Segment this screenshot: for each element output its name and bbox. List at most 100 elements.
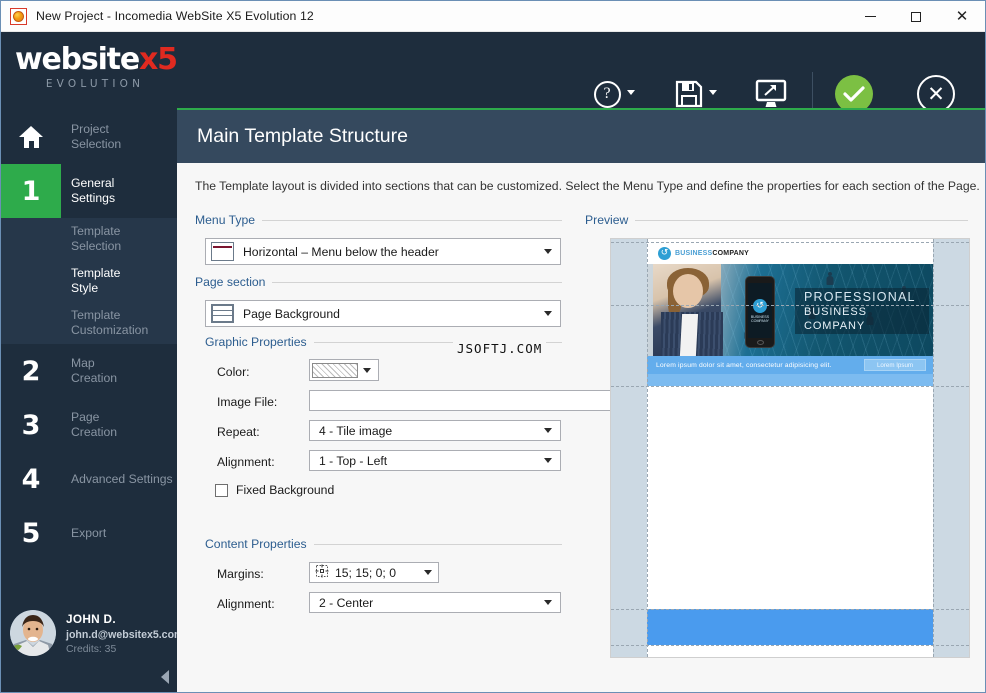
logo-subtitle: EVOLUTION xyxy=(45,78,145,90)
alignment-label: Alignment: xyxy=(217,455,275,469)
margins-value: 15; 15; 0; 0 xyxy=(335,565,396,580)
repeat-label: Repeat: xyxy=(217,425,260,439)
chevron-down-icon[interactable] xyxy=(542,311,560,316)
repeat-value: 4 - Tile image xyxy=(319,423,393,438)
step-badge-4: 4 xyxy=(21,463,41,495)
preview-phone-caption: BUSINESS COMPANY xyxy=(750,314,770,323)
chevron-down-icon[interactable] xyxy=(542,458,560,463)
checkbox-box[interactable] xyxy=(215,483,228,497)
group-title-menu-type: Menu Type xyxy=(195,213,263,227)
minimize-button[interactable] xyxy=(847,1,893,32)
color-swatch xyxy=(312,362,358,378)
alignment-select[interactable]: 1 - Top - Left xyxy=(309,450,561,471)
fixed-background-label: Fixed Background xyxy=(236,483,335,497)
preview-hero-text: PROFESSIONAL BUSINESS COMPANY xyxy=(795,288,929,334)
page-section-value: Page Background xyxy=(243,306,340,321)
image-file-label: Image File: xyxy=(217,395,278,409)
sidebar-item-label-export: Export xyxy=(71,525,107,540)
preview-left-margin xyxy=(611,239,647,657)
preview-page: ↺ BUSINESSCOMPANY ↺ BUSINESS COMPANY PRO… xyxy=(647,239,933,657)
color-picker[interactable] xyxy=(309,359,379,381)
preview-guide-top xyxy=(611,242,969,243)
group-rule-preview xyxy=(632,220,968,221)
user-account-panel[interactable]: JOHN D. john.d@websitex5.com Credits: 35 xyxy=(1,610,183,656)
group-title-graphic-properties: Graphic Properties xyxy=(205,335,314,349)
logo-text-main: website xyxy=(15,42,140,77)
preview-phone-mockup: ↺ BUSINESS COMPANY xyxy=(745,276,775,348)
preview-cta-bar: Lorem ipsum dolor sit amet, consectetur … xyxy=(647,356,933,374)
margins-field[interactable]: 15; 15; 0; 0 xyxy=(309,562,439,583)
page-title: Main Template Structure xyxy=(197,125,408,147)
close-button[interactable]: ✕ xyxy=(939,1,985,32)
group-title-content-properties: Content Properties xyxy=(205,537,314,551)
group-rule-page-section xyxy=(270,282,562,283)
content-alignment-label: Alignment: xyxy=(217,597,275,611)
step-badge-3: 3 xyxy=(21,409,41,441)
app-orb-icon xyxy=(10,7,27,25)
preview-person-icon xyxy=(825,272,834,286)
step-badge-2: 2 xyxy=(21,355,41,387)
group-title-page-section: Page section xyxy=(195,275,273,289)
group-rule-content-properties xyxy=(309,544,562,545)
sidebar-item-project-selection[interactable]: Project Selection xyxy=(1,110,177,164)
chevron-down-icon[interactable] xyxy=(358,367,376,373)
fixed-background-checkbox[interactable]: Fixed Background xyxy=(215,483,334,497)
user-credits: Credits: 35 xyxy=(66,643,117,655)
preview-guide-left xyxy=(647,239,648,657)
preview-guide-content xyxy=(611,386,969,387)
chevron-down-icon[interactable] xyxy=(542,249,560,254)
page-background-icon xyxy=(211,304,234,323)
page-section-select[interactable]: Page Background xyxy=(205,300,561,327)
margins-box-icon xyxy=(315,564,329,581)
sidebar-subitems: Template Selection Template Style Templa… xyxy=(1,218,177,344)
preview-right-margin xyxy=(933,239,969,657)
maximize-button[interactable] xyxy=(893,1,939,32)
alignment-value: 1 - Top - Left xyxy=(319,453,388,468)
preview-menu-bar xyxy=(647,374,933,386)
window-controls: ✕ xyxy=(847,1,985,32)
sidebar-item-export[interactable]: 5 Export xyxy=(1,506,177,560)
content-alignment-select[interactable]: 2 - Center xyxy=(309,592,561,613)
sidebar-item-general-settings[interactable]: 1 General Settings xyxy=(1,164,177,218)
preview-brand-part1: BUSINESS xyxy=(675,249,713,257)
color-label: Color: xyxy=(217,365,250,379)
sidebar-item-map-creation[interactable]: 2 Map Creation xyxy=(1,344,177,398)
page-header: Main Template Structure xyxy=(177,110,985,163)
sidebar-item-label-advanced-settings: Advanced Settings xyxy=(71,471,173,486)
preview-hero-line2: BUSINESS COMPANY xyxy=(804,305,867,332)
preview-guide-bottom xyxy=(611,645,969,646)
repeat-select[interactable]: 4 - Tile image xyxy=(309,420,561,441)
logo-text-accent: x5 xyxy=(138,42,178,77)
menu-type-select[interactable]: Horizontal – Menu below the header xyxy=(205,238,561,265)
brand-toolbar-band: websitex5 EVOLUTION ? Help xyxy=(1,32,985,128)
sidebar-item-page-creation[interactable]: 3 Page Creation xyxy=(1,398,177,452)
sidebar-item-label-page-creation: Page Creation xyxy=(71,410,118,439)
preview-content-area xyxy=(647,386,933,609)
save-dropdown-caret-icon[interactable] xyxy=(709,90,717,95)
group-title-preview: Preview xyxy=(585,213,636,227)
preview-footer xyxy=(647,609,933,645)
user-name: JOHN D. xyxy=(66,611,116,626)
app-logo: websitex5 EVOLUTION xyxy=(15,42,178,91)
preview-hero-line1: PROFESSIONAL xyxy=(804,289,916,304)
help-dropdown-caret-icon[interactable] xyxy=(627,90,635,95)
step-badge-5: 5 xyxy=(21,517,41,549)
avatar xyxy=(10,610,56,656)
user-details: JOHN D. john.d@websitex5.com Credits: 35 xyxy=(56,612,183,655)
chevron-down-icon[interactable] xyxy=(418,570,438,575)
title-bar: New Project - Incomedia WebSite X5 Evolu… xyxy=(1,1,985,32)
template-preview[interactable]: ↺ BUSINESSCOMPANY ↺ BUSINESS COMPANY PRO… xyxy=(610,238,970,658)
preview-hero-photo xyxy=(653,264,723,356)
preview-logo-icon: ↺ xyxy=(658,246,671,260)
chevron-down-icon[interactable] xyxy=(542,428,560,433)
sidebar-item-label-general-settings: General Settings xyxy=(71,176,116,205)
page-description: The Template layout is divided into sect… xyxy=(195,179,980,193)
sidebar-item-advanced-settings[interactable]: 4 Advanced Settings xyxy=(1,452,177,506)
sidebar-item-template-selection[interactable]: Template Selection xyxy=(1,218,177,260)
collapse-left-icon[interactable] xyxy=(161,670,169,684)
sidebar-item-template-style[interactable]: Template Style xyxy=(1,260,177,302)
sidebar-item-template-customization[interactable]: Template Customization xyxy=(1,302,177,344)
preview-brand-part2: COMPANY xyxy=(712,249,750,257)
chevron-down-icon[interactable] xyxy=(542,600,560,605)
user-email: john.d@websitex5.com xyxy=(66,628,184,641)
